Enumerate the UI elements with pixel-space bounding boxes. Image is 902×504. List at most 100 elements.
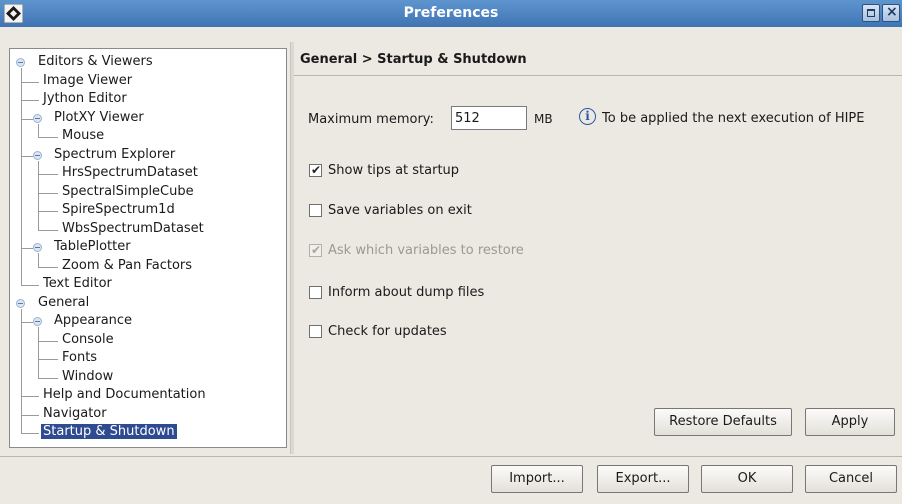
tree-connector [21, 248, 33, 249]
maximum-memory-input[interactable] [451, 106, 527, 130]
tree-node-window[interactable]: Window [60, 368, 115, 386]
checkbox-label: Ask which variables to restore [328, 243, 524, 258]
memory-info-text: To be applied the next execution of HIPE [602, 111, 865, 126]
tree-connector [21, 433, 39, 434]
window-title: Preferences [403, 5, 499, 21]
info-icon: i [579, 108, 596, 125]
tree-node-zoom-pan-factors[interactable]: Zoom & Pan Factors [60, 257, 194, 275]
tree-connector [21, 118, 33, 120]
tree-connector [21, 285, 39, 286]
tree-node-label: Spectrum Explorer [54, 146, 176, 162]
maximize-icon [867, 9, 875, 17]
tree-connector [38, 340, 58, 342]
import-button[interactable]: Import... [491, 465, 583, 493]
tree-connector [38, 192, 58, 194]
tree-node-label: Editors & Viewers [38, 54, 153, 69]
tree-node-appearance[interactable]: Appearance [52, 312, 134, 330]
checkbox[interactable] [309, 204, 322, 217]
maximum-memory-label: Maximum memory: [308, 112, 434, 127]
tree-connector [38, 211, 58, 212]
tree-node-navigator[interactable]: Navigator [41, 405, 109, 423]
tree-connector [21, 308, 22, 433]
tree-node-label: General [38, 294, 90, 310]
tree-node-label: HrsSpectrumDataset [62, 165, 198, 180]
tree-connector [21, 414, 39, 416]
tree-connector [21, 68, 22, 285]
tree-node-hrsspectrumdataset[interactable]: HrsSpectrumDataset [60, 164, 200, 182]
tree-connector [38, 229, 58, 231]
tree-node-tableplotter[interactable]: TablePlotter [52, 238, 133, 256]
cancel-button[interactable]: Cancel [805, 465, 897, 493]
export-button[interactable]: Export... [597, 465, 689, 493]
tree-node-label: Image Viewer [43, 72, 133, 88]
tree-node-label: Navigator [43, 405, 107, 421]
tree-node-label: SpectralSimpleCube [62, 183, 194, 199]
maximize-button[interactable] [862, 4, 880, 22]
tree-node-general[interactable]: General [36, 294, 91, 312]
tree-node-editors-viewers[interactable]: Editors & Viewers [36, 53, 155, 71]
checkbox-label: Show tips at startup [328, 163, 460, 178]
tree-node-fonts[interactable]: Fonts [60, 349, 99, 367]
tree-node-spectrum-explorer[interactable]: Spectrum Explorer [52, 146, 177, 164]
splitter[interactable] [290, 42, 294, 454]
title-bar[interactable]: Preferences × [0, 0, 902, 27]
tree-node-label: WbsSpectrumDataset [62, 220, 204, 236]
footer-separator [0, 456, 902, 457]
checkbox[interactable] [309, 325, 322, 338]
tree-connector [21, 100, 39, 101]
checkbox-label: Save variables on exit [328, 203, 472, 218]
breadcrumb: General > Startup & Shutdown [300, 52, 527, 67]
tree-node-label: Jython Editor [43, 91, 127, 106]
collapse-toggle-icon[interactable] [16, 298, 25, 308]
collapse-toggle-icon[interactable] [33, 317, 42, 326]
tree-connector [38, 174, 58, 175]
collapse-toggle-icon[interactable] [33, 113, 42, 123]
tree-connector [21, 396, 39, 397]
tree-node-label: TablePlotter [54, 239, 131, 254]
tree-node-spirespectrum1d[interactable]: SpireSpectrum1d [60, 201, 177, 219]
tree-node-wbsspectrumdataset[interactable]: WbsSpectrumDataset [60, 220, 206, 238]
tree-connector [38, 359, 58, 360]
tree-node-label: PlotXY Viewer [54, 109, 144, 125]
checkbox-label: Check for updates [328, 324, 447, 339]
tree-connector [38, 266, 58, 268]
tree-node-console[interactable]: Console [60, 331, 116, 349]
checkbox[interactable]: ✔ [309, 163, 322, 177]
tree-node-label: SpireSpectrum1d [62, 202, 175, 217]
collapse-toggle-icon[interactable] [33, 150, 42, 160]
tree-node-label: Text Editor [43, 276, 112, 291]
restore-defaults-button[interactable]: Restore Defaults [654, 408, 792, 436]
check-icon: ✔ [311, 243, 322, 257]
preferences-window: Preferences × Editors & Viewers Image Vie… [0, 0, 902, 504]
close-button[interactable]: × [882, 4, 900, 22]
close-icon: × [886, 4, 898, 20]
collapse-toggle-icon[interactable] [33, 243, 42, 252]
collapse-toggle-icon[interactable] [16, 58, 25, 67]
tree-node-text-editor[interactable]: Text Editor [41, 275, 114, 293]
tree-connector [38, 160, 39, 230]
tree-node-startup-shutdown[interactable]: Startup & Shutdown [41, 423, 177, 441]
tree-connector [21, 81, 39, 83]
panel-header: General > Startup & Shutdown [294, 44, 902, 76]
tree-node-label: Appearance [54, 313, 133, 328]
tree-node-label: Window [62, 368, 114, 384]
apply-button[interactable]: Apply [805, 408, 895, 436]
tree-node-label: Zoom & Pan Factors [62, 257, 193, 273]
preferences-tree[interactable]: Editors & Viewers Image Viewer Jython Edit… [9, 48, 287, 448]
check-icon: ✔ [311, 163, 322, 177]
checkbox: ✔ [309, 243, 322, 257]
tree-node-help-and-documentation[interactable]: Help and Documentation [41, 386, 208, 404]
tree-node-label: Console [62, 331, 114, 347]
checkbox[interactable] [309, 286, 322, 299]
tree-node-label: Mouse [62, 128, 105, 143]
tree-node-jython-editor[interactable]: Jython Editor [41, 90, 129, 108]
tree-connector [38, 137, 58, 138]
checkbox-label: Inform about dump files [328, 285, 485, 300]
tree-node-mouse[interactable]: Mouse [60, 127, 106, 145]
tree-node-label: Help and Documentation [43, 387, 206, 402]
tree-connector [38, 327, 39, 378]
tree-node-image-viewer[interactable]: Image Viewer [41, 72, 134, 90]
ok-button[interactable]: OK [701, 465, 793, 493]
tree-node-spectralsimplecube[interactable]: SpectralSimpleCube [60, 183, 196, 201]
tree-node-plotxy-viewer[interactable]: PlotXY Viewer [52, 109, 146, 127]
